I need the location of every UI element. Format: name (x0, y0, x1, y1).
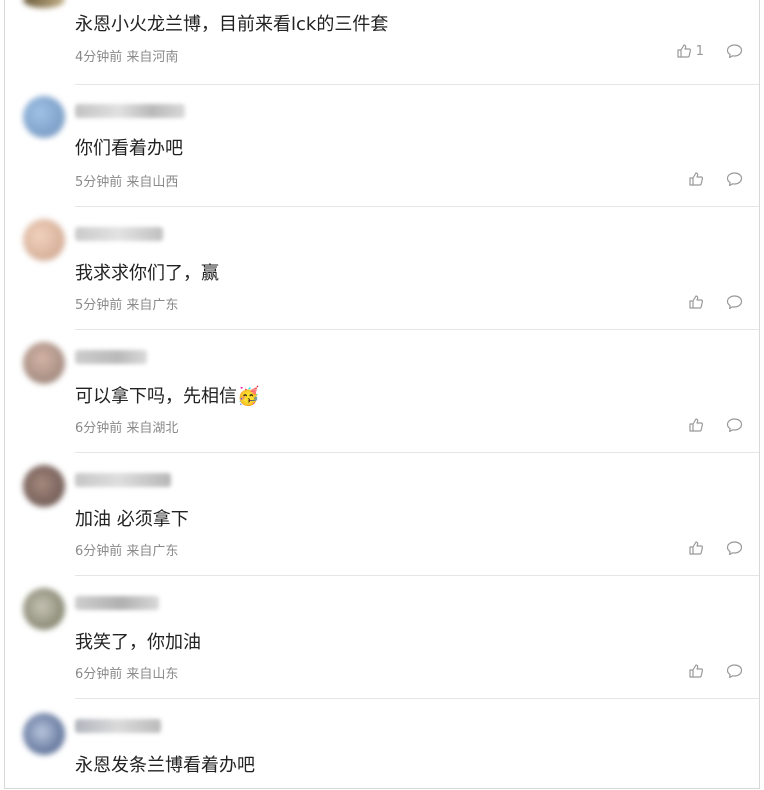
comment-bubble-icon[interactable] (726, 540, 743, 556)
thumbs-up-icon (688, 540, 704, 556)
comment-bubble-icon[interactable] (726, 663, 743, 679)
comment-item: 加油 必须拿下 6分钟前 来自广东 (5, 453, 759, 577)
thumbs-up-icon (688, 663, 704, 679)
thumbs-up-icon (688, 294, 704, 310)
like-button[interactable] (688, 171, 704, 187)
thumbs-up-icon (688, 417, 704, 433)
comment-item: 你们看着办吧 5分钟前 来自山西 (5, 84, 759, 208)
avatar[interactable] (23, 588, 65, 630)
comment-bubble-icon[interactable] (726, 171, 743, 187)
comment-meta: 5分钟前 来自山西 (75, 175, 179, 190)
comment-meta: 6分钟前 来自广东 (75, 544, 179, 559)
username-blurred[interactable] (75, 473, 171, 487)
comment-text: 我求求你们了，赢 (75, 263, 219, 284)
comment-text: 加油 必须拿下 (75, 509, 189, 530)
thumbs-up-icon (688, 171, 704, 187)
comment-item: 永恩发条兰博看着办吧 (5, 699, 759, 789)
comment-text: 你们看着办吧 (75, 138, 183, 159)
avatar[interactable] (23, 465, 65, 507)
comment-item: 可以拿下吗，先相信🥳 6分钟前 来自湖北 (5, 330, 759, 454)
comment-list: 永恩小火龙兰博，目前来看lck的三件套 4分钟前 来自河南 1 你们看着办吧 5… (4, 0, 760, 789)
comment-text: 永恩小火龙兰博，目前来看lck的三件套 (75, 14, 389, 35)
like-button[interactable] (688, 540, 704, 556)
username-blurred[interactable] (75, 227, 163, 241)
like-button[interactable] (688, 294, 704, 310)
avatar[interactable] (23, 219, 65, 261)
like-button[interactable] (688, 663, 704, 679)
comment-text: 可以拿下吗，先相信🥳 (75, 386, 260, 407)
comment-bubble-icon[interactable] (726, 417, 743, 433)
like-button[interactable]: 1 (676, 43, 704, 59)
username-blurred[interactable] (75, 719, 161, 733)
thumbs-up-icon (676, 43, 692, 59)
comment-item: 永恩小火龙兰博，目前来看lck的三件套 4分钟前 来自河南 1 (5, 0, 759, 85)
username-blurred[interactable] (75, 350, 147, 364)
comment-meta: 6分钟前 来自山东 (75, 667, 179, 682)
avatar[interactable] (23, 342, 65, 384)
comment-bubble-icon[interactable] (726, 294, 743, 310)
comment-text: 永恩发条兰博看着办吧 (75, 755, 255, 776)
comment-meta: 6分钟前 来自湖北 (75, 421, 179, 436)
comment-item: 我笑了，你加油 6分钟前 来自山东 (5, 576, 759, 700)
like-button[interactable] (688, 417, 704, 433)
username-blurred[interactable] (75, 104, 185, 118)
comment-bubble-icon[interactable] (726, 43, 743, 59)
comment-text: 我笑了，你加油 (75, 632, 201, 653)
comment-meta: 4分钟前 来自河南 (75, 50, 179, 65)
comment-meta: 5分钟前 来自广东 (75, 298, 179, 313)
comment-item: 我求求你们了，赢 5分钟前 来自广东 (5, 207, 759, 331)
avatar[interactable] (23, 0, 65, 8)
like-count: 1 (695, 43, 704, 59)
username-blurred[interactable] (75, 596, 159, 610)
avatar[interactable] (23, 713, 65, 755)
avatar[interactable] (23, 96, 65, 138)
party-emoji: 🥳 (237, 386, 260, 407)
